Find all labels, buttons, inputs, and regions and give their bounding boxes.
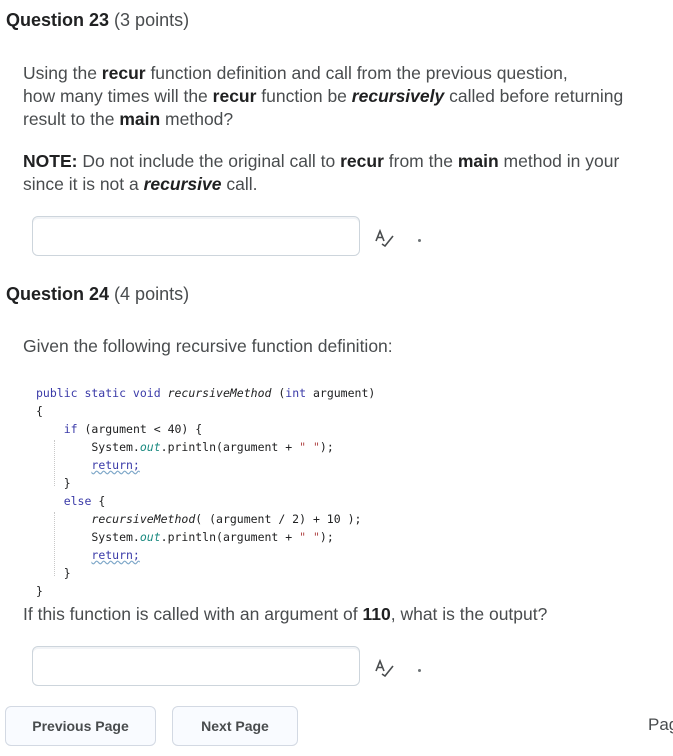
text-run: from the <box>383 151 458 171</box>
code-line: return; <box>91 458 140 472</box>
code-line: { <box>36 404 43 418</box>
text-run: NOTE: <box>23 151 78 171</box>
code-line: } <box>36 476 71 490</box>
question-23-answer-input[interactable] <box>32 216 360 256</box>
text-run: result to the <box>23 109 120 129</box>
question-23-title: Question 23 <box>6 10 110 30</box>
status-dot <box>418 669 421 672</box>
question-23-text: Using the recur function definition and … <box>23 62 673 131</box>
text-run: Using the <box>23 63 102 83</box>
status-dot <box>418 239 421 242</box>
question-24-answer-input[interactable] <box>32 646 360 686</box>
next-page-button[interactable]: Next Page <box>172 706 298 746</box>
previous-page-button[interactable]: Previous Page <box>5 706 156 746</box>
text-run: how many times will the <box>23 86 213 106</box>
text-run: Do not include the original call to <box>77 151 341 171</box>
text-run: method? <box>160 109 234 129</box>
code-block: public static void recursiveMethod (int … <box>36 384 375 600</box>
text-run: main <box>457 151 499 171</box>
question-23-note: NOTE: Do not include the original call t… <box>23 150 673 196</box>
text-run: recur <box>101 63 146 83</box>
code-line: recursiveMethod( (argument / 2) + 10 ); <box>91 512 362 526</box>
code-line: System.out.println(argument + " "); <box>36 440 334 454</box>
code-line: } <box>36 566 71 580</box>
text-run: function be <box>256 86 352 106</box>
question-24-title: Question 24 <box>6 284 110 304</box>
code-line: return; <box>91 548 140 562</box>
page-indicator: Page <box>648 715 673 734</box>
question-24-header: Question 24 (4 points) <box>6 284 189 305</box>
code-line: public static void recursiveMethod (int … <box>36 386 376 400</box>
text-run: call. <box>221 174 258 194</box>
text-run: recur <box>340 151 384 171</box>
text-run: recursive <box>143 174 222 194</box>
text-run: recursively <box>351 86 445 106</box>
question-24-text: If this function is called with an argum… <box>23 603 673 626</box>
question-24-points: (4 points) <box>114 284 190 304</box>
question-24-intro: Given the following recursive function d… <box>23 336 393 356</box>
code-line: if (argument < 40) { <box>63 422 203 436</box>
text-run: main <box>119 109 161 129</box>
text-run: 110 <box>362 604 391 624</box>
text-run: If this function is called with an argum… <box>23 604 363 624</box>
code-line: else { <box>63 494 106 508</box>
question-23-points: (3 points) <box>114 10 190 30</box>
spellcheck-icon[interactable] <box>374 659 396 677</box>
text-run: function definition and call from the pr… <box>145 63 568 83</box>
spellcheck-icon[interactable] <box>374 229 396 247</box>
code-line: System.out.println(argument + " "); <box>36 530 334 544</box>
text-run: method in your <box>498 151 620 171</box>
text-run: called before returning <box>444 86 624 106</box>
code-line: } <box>36 584 43 598</box>
question-23-header: Question 23 (3 points) <box>6 10 189 31</box>
text-run: recur <box>212 86 257 106</box>
text-run: , what is the output? <box>390 604 548 624</box>
text-run: since it is not a <box>23 174 144 194</box>
